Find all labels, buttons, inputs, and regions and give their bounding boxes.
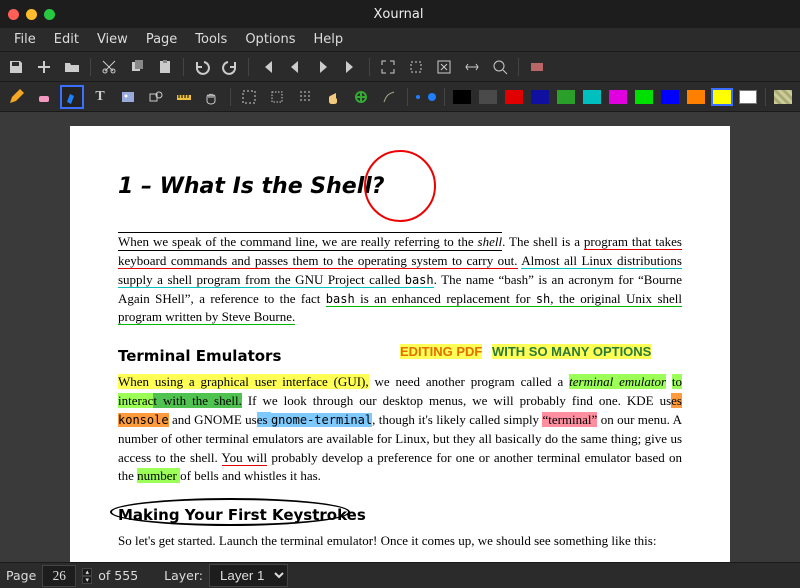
color-lime[interactable] (635, 90, 653, 104)
paragraph-2: When using a graphical user interface (G… (118, 373, 682, 486)
shapes-tool[interactable] (146, 87, 166, 107)
color-blue[interactable] (661, 90, 679, 104)
select-vert-tool[interactable] (295, 87, 315, 107)
color-navy[interactable] (531, 90, 549, 104)
page-spinner[interactable]: ▴▾ (82, 568, 92, 584)
toolbar-toggle-button[interactable] (527, 57, 547, 77)
color-cyan[interactable] (583, 90, 601, 104)
ruler-tool[interactable] (174, 87, 194, 107)
zoom-out-button[interactable] (490, 57, 510, 77)
open-button[interactable] (62, 57, 82, 77)
menu-file[interactable]: File (6, 29, 44, 50)
select-lasso-tool[interactable] (267, 87, 287, 107)
menu-page[interactable]: Page (138, 29, 185, 50)
window-title: Xournal (55, 7, 742, 22)
paste-button[interactable] (155, 57, 175, 77)
zoom-100-button[interactable] (406, 57, 426, 77)
hand-tool[interactable] (202, 87, 222, 107)
pdf-page[interactable]: 1 – What Is the Shell? When we speak of … (70, 126, 730, 562)
pan-tool[interactable] (323, 87, 343, 107)
menubar: File Edit View Page Tools Options Help (0, 28, 800, 52)
pencil-tool[interactable] (6, 87, 26, 107)
first-page-button[interactable] (257, 57, 277, 77)
color-magenta[interactable] (609, 90, 627, 104)
undo-button[interactable] (192, 57, 212, 77)
tex-tool[interactable] (379, 87, 399, 107)
color-black[interactable] (453, 90, 471, 104)
eraser-tool[interactable] (34, 87, 54, 107)
layer-label: Layer: (164, 568, 203, 583)
main-toolbar (0, 52, 800, 82)
canvas-area[interactable]: 1 – What Is the Shell? When we speak of … (0, 112, 800, 562)
thickness-thick[interactable] (428, 93, 436, 101)
menu-options[interactable]: Options (237, 29, 303, 50)
color-gray[interactable] (479, 90, 497, 104)
color-orange[interactable] (687, 90, 705, 104)
highlighter-tool[interactable] (62, 87, 82, 107)
page-total: of 555 (98, 568, 138, 583)
recognize-tool[interactable] (351, 87, 371, 107)
menu-tools[interactable]: Tools (187, 29, 235, 50)
maximize-icon[interactable] (44, 9, 55, 20)
layer-select[interactable]: Layer 1 (209, 564, 288, 587)
redo-button[interactable] (220, 57, 240, 77)
text-tool[interactable]: T (90, 87, 110, 107)
image-tool[interactable] (118, 87, 138, 107)
page-label: Page (6, 568, 36, 583)
select-rect-tool[interactable] (239, 87, 259, 107)
save-button[interactable] (6, 57, 26, 77)
zoom-width-button[interactable] (462, 57, 482, 77)
next-page-button[interactable] (313, 57, 333, 77)
prev-page-button[interactable] (285, 57, 305, 77)
menu-help[interactable]: Help (306, 29, 352, 50)
tools-toolbar: T (0, 82, 800, 112)
paragraph-3: So let's get started. Launch the termina… (118, 532, 682, 551)
zoom-fit-button[interactable] (434, 57, 454, 77)
color-yellow[interactable] (713, 90, 731, 104)
color-pattern[interactable] (774, 90, 792, 104)
thickness-picker[interactable] (416, 93, 436, 101)
annotation-text: EDITING PDF WITH SO MANY OPTIONS (400, 344, 651, 359)
page-number-input[interactable] (42, 565, 76, 587)
close-icon[interactable] (8, 9, 19, 20)
window-controls (8, 9, 55, 20)
thickness-thin[interactable] (416, 95, 420, 99)
color-green[interactable] (557, 90, 575, 104)
menu-edit[interactable]: Edit (46, 29, 87, 50)
menu-view[interactable]: View (89, 29, 136, 50)
titlebar: Xournal (0, 0, 800, 28)
new-button[interactable] (34, 57, 54, 77)
last-page-button[interactable] (341, 57, 361, 77)
annotation-circle-red (364, 150, 436, 222)
color-red[interactable] (505, 90, 523, 104)
color-white[interactable] (739, 90, 757, 104)
statusbar: Page ▴▾ of 555 Layer: Layer 1 (0, 562, 800, 588)
fullscreen-button[interactable] (378, 57, 398, 77)
cut-button[interactable] (99, 57, 119, 77)
minimize-icon[interactable] (26, 9, 37, 20)
paragraph-1: When we speak of the command line, we ar… (118, 233, 682, 327)
annotation-ellipse-black (110, 498, 350, 526)
copy-button[interactable] (127, 57, 147, 77)
